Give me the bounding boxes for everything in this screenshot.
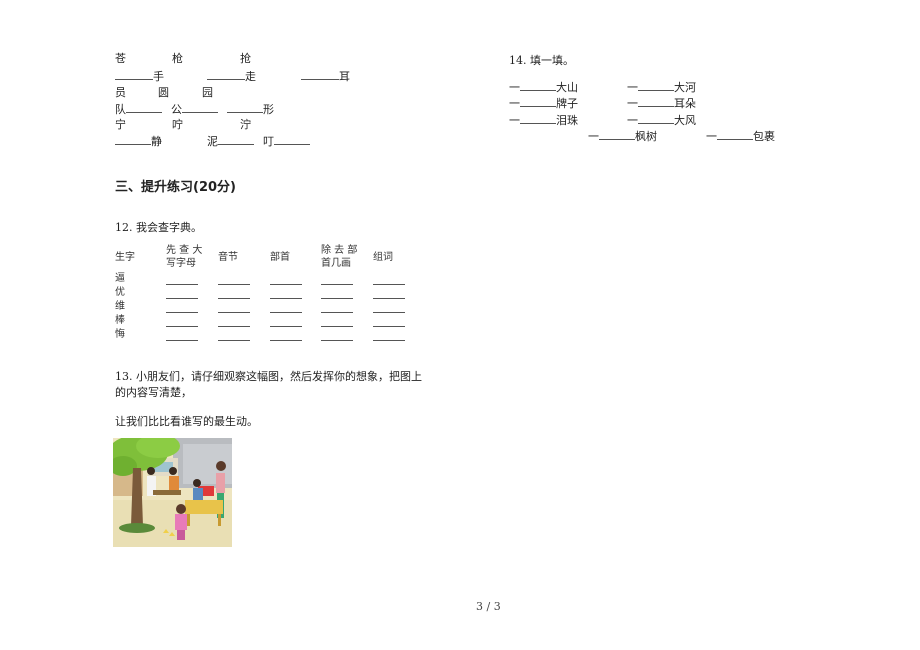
char: 园 [202,86,213,99]
answer-line[interactable] [373,326,405,327]
fill-item: 手 [115,69,164,83]
answer-line[interactable] [321,326,353,327]
table-char: 逼 [115,273,125,284]
answer-line[interactable] [218,312,250,313]
char: 圆 [158,86,169,99]
answer-blank[interactable] [207,69,245,80]
illustration-courtyard-scene [113,438,232,547]
answer-blank[interactable] [182,102,218,113]
answer-blank[interactable] [638,80,674,91]
page-number: 3 / 3 [476,600,501,613]
answer-blank[interactable] [227,102,263,113]
fill-item: 耳 [301,69,350,83]
answer-line[interactable] [166,326,198,327]
answer-line[interactable] [373,284,405,285]
table-char: 维 [115,301,125,312]
char: 苍 [115,52,126,65]
answer-blank[interactable] [520,113,556,124]
answer-blank[interactable] [274,134,310,145]
table-header: 先 查 大 [166,245,203,256]
answer-line[interactable] [270,326,302,327]
answer-blank[interactable] [638,96,674,107]
fill-item: 走 [207,69,256,83]
question-14-title: 14. 填一填。 [509,54,574,67]
table-char: 优 [115,287,125,298]
fill-item: 一大山 [509,80,578,94]
fill-item: 公 [171,102,218,116]
fill-item: 一泪珠 [509,113,578,127]
section-heading: 三、提升练习(20分) [115,180,236,195]
answer-line[interactable] [270,298,302,299]
answer-blank[interactable] [115,69,153,80]
fill-item: 泥 [207,134,254,148]
answer-blank[interactable] [717,129,753,140]
answer-blank[interactable] [115,134,151,145]
fill-item: 一大河 [627,80,696,94]
answer-line[interactable] [373,340,405,341]
answer-line[interactable] [373,298,405,299]
question-12-title: 12. 我会查字典。 [115,221,202,234]
answer-line[interactable] [166,284,198,285]
table-header: 组词 [373,252,393,263]
answer-line[interactable] [270,340,302,341]
fill-item: 队 [115,102,162,116]
answer-blank[interactable] [218,134,254,145]
table-header: 首几画 [321,258,351,269]
table-header: 写字母 [166,258,196,269]
answer-line[interactable] [321,340,353,341]
fill-item: 形 [227,102,274,116]
fill-item: 一包裹 [706,129,775,143]
table-char: 悔 [115,329,125,340]
answer-blank[interactable] [301,69,339,80]
char: 咛 [172,118,183,131]
answer-blank[interactable] [126,102,162,113]
answer-line[interactable] [270,312,302,313]
answer-line[interactable] [321,284,353,285]
answer-line[interactable] [321,298,353,299]
answer-line[interactable] [166,340,198,341]
table-header: 除 去 部 [321,245,358,256]
answer-blank[interactable] [520,96,556,107]
answer-blank[interactable] [599,129,635,140]
answer-blank[interactable] [638,113,674,124]
answer-line[interactable] [218,340,250,341]
answer-line[interactable] [166,312,198,313]
answer-line[interactable] [321,312,353,313]
scene-illustration [113,438,232,547]
fill-item: 静 [115,134,162,148]
fill-item: 一牌子 [509,96,578,110]
fill-item: 一枫树 [588,129,657,143]
answer-blank[interactable] [520,80,556,91]
char: 员 [115,86,126,99]
question-13-line3: 让我们比比看谁写的最生动。 [115,415,258,428]
table-char: 棒 [115,315,125,326]
answer-line[interactable] [218,298,250,299]
table-header: 生字 [115,252,135,263]
char: 宁 [115,118,126,131]
answer-line[interactable] [218,326,250,327]
question-13-line2: 的内容写清楚， [115,386,192,399]
char: 泞 [240,118,251,131]
answer-line[interactable] [218,284,250,285]
question-13-line1: 13. 小朋友们，请仔细观察这幅图，然后发挥你的想象，把图上 [115,370,422,383]
fill-item: 叮 [263,134,310,148]
table-header: 部首 [270,252,290,263]
fill-item: 一大风 [627,113,696,127]
answer-line[interactable] [373,312,405,313]
char: 抢 [240,52,251,65]
answer-line[interactable] [270,284,302,285]
table-header: 音节 [218,252,238,263]
fill-item: 一耳朵 [627,96,696,110]
char: 枪 [172,52,183,65]
answer-line[interactable] [166,298,198,299]
